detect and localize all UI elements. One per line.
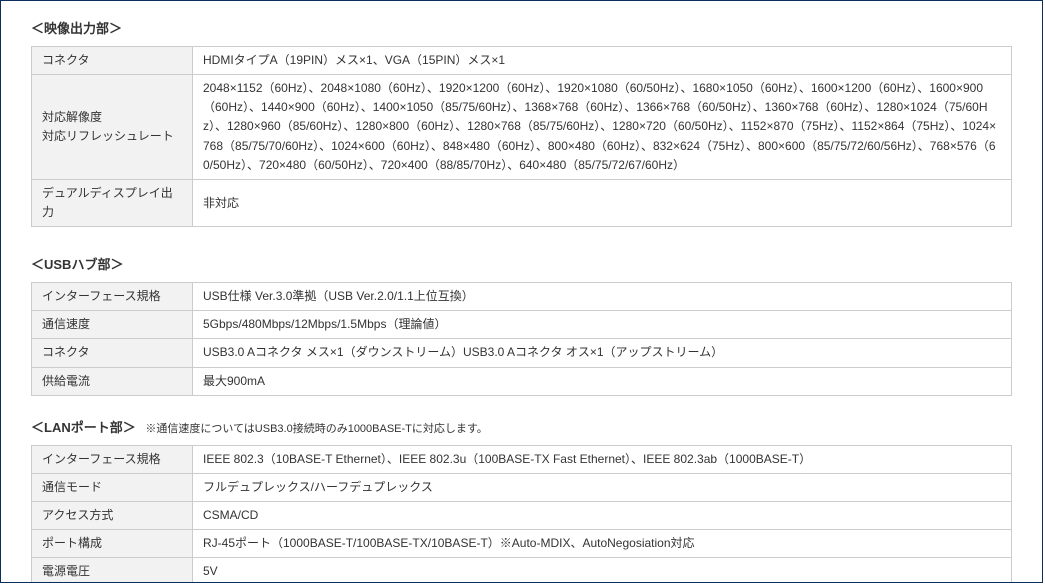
usb-hub-table: インターフェース規格 USB仕様 Ver.3.0準拠（USB Ver.2.0/1… xyxy=(31,282,1012,396)
video-resolution-label: 対応解像度対応リフレッシュレート xyxy=(32,74,193,179)
lan-volt-label: 電源電圧 xyxy=(32,558,193,583)
lan-port-label: ポート構成 xyxy=(32,530,193,558)
usb-if-value: USB仕様 Ver.3.0準拠（USB Ver.2.0/1.1上位互換） xyxy=(193,283,1012,311)
spec-sheet: ＜映像出力部＞ コネクタ HDMIタイプA（19PIN）メス×1、VGA（15P… xyxy=(0,0,1043,583)
usb-current-label: 供給電流 xyxy=(32,367,193,395)
video-resolution-value: 2048×1152（60Hz）、2048×1080（60Hz）、1920×120… xyxy=(193,74,1012,179)
lan-port-note: ※通信速度についてはUSB3.0接続時のみ1000BASE-Tに対応します。 xyxy=(145,423,487,435)
video-connector-value: HDMIタイプA（19PIN）メス×1、VGA（15PIN）メス×1 xyxy=(193,46,1012,74)
usb-speed-value: 5Gbps/480Mbps/12Mbps/1.5Mbps（理論値） xyxy=(193,311,1012,339)
video-dualdisp-label: デュアルディスプレイ出力 xyxy=(32,179,193,226)
lan-mode-label: 通信モード xyxy=(32,473,193,501)
table-row: ポート構成 RJ-45ポート（1000BASE-T/100BASE-TX/10B… xyxy=(32,530,1012,558)
table-row: 対応解像度対応リフレッシュレート 2048×1152（60Hz）、2048×10… xyxy=(32,74,1012,179)
usb-connector-value: USB3.0 Aコネクタ メス×1（ダウンストリーム）USB3.0 Aコネクタ … xyxy=(193,339,1012,367)
lan-volt-value: 5V xyxy=(193,558,1012,583)
lan-access-label: アクセス方式 xyxy=(32,502,193,530)
table-row: インターフェース規格 IEEE 802.3（10BASE-T Ethernet）… xyxy=(32,445,1012,473)
lan-port-heading: ＜LANポート部＞ xyxy=(31,420,136,435)
table-row: デュアルディスプレイ出力 非対応 xyxy=(32,179,1012,226)
table-row: 供給電流 最大900mA xyxy=(32,367,1012,395)
video-out-table: コネクタ HDMIタイプA（19PIN）メス×1、VGA（15PIN）メス×1 … xyxy=(31,46,1012,228)
lan-if-value: IEEE 802.3（10BASE-T Ethernet）、IEEE 802.3… xyxy=(193,445,1012,473)
usb-if-label: インターフェース規格 xyxy=(32,283,193,311)
table-row: コネクタ HDMIタイプA（19PIN）メス×1、VGA（15PIN）メス×1 xyxy=(32,46,1012,74)
lan-mode-value: フルデュプレックス/ハーフデュプレックス xyxy=(193,473,1012,501)
usb-hub-heading: ＜USBハブ部＞ xyxy=(31,255,1012,276)
usb-connector-label: コネクタ xyxy=(32,339,193,367)
lan-if-label: インターフェース規格 xyxy=(32,445,193,473)
video-connector-label: コネクタ xyxy=(32,46,193,74)
table-row: コネクタ USB3.0 Aコネクタ メス×1（ダウンストリーム）USB3.0 A… xyxy=(32,339,1012,367)
video-dualdisp-value: 非対応 xyxy=(193,179,1012,226)
usb-speed-label: 通信速度 xyxy=(32,311,193,339)
usb-current-value: 最大900mA xyxy=(193,367,1012,395)
lan-heading-wrap: ＜LANポート部＞ ※通信速度についてはUSB3.0接続時のみ1000BASE-… xyxy=(31,418,1012,439)
lan-access-value: CSMA/CD xyxy=(193,502,1012,530)
table-row: 通信モード フルデュプレックス/ハーフデュプレックス xyxy=(32,473,1012,501)
video-out-heading: ＜映像出力部＞ xyxy=(31,19,1012,40)
lan-port-value: RJ-45ポート（1000BASE-T/100BASE-TX/10BASE-T）… xyxy=(193,530,1012,558)
table-row: 通信速度 5Gbps/480Mbps/12Mbps/1.5Mbps（理論値） xyxy=(32,311,1012,339)
table-row: 電源電圧 5V xyxy=(32,558,1012,583)
lan-port-table: インターフェース規格 IEEE 802.3（10BASE-T Ethernet）… xyxy=(31,445,1012,583)
table-row: アクセス方式 CSMA/CD xyxy=(32,502,1012,530)
table-row: インターフェース規格 USB仕様 Ver.3.0準拠（USB Ver.2.0/1… xyxy=(32,283,1012,311)
